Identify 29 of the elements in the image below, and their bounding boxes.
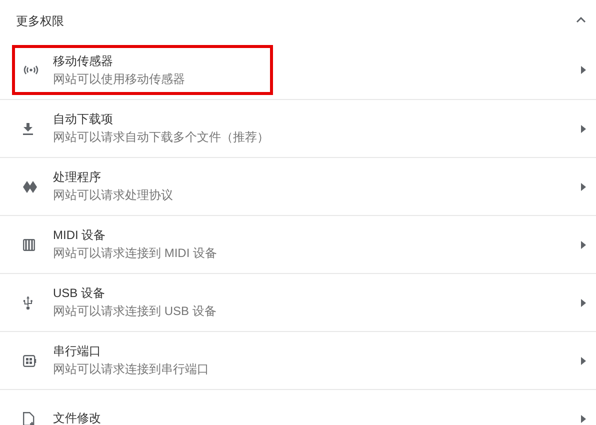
chevron-right-icon[interactable]	[581, 414, 586, 422]
chevron-right-icon[interactable]	[581, 240, 586, 248]
usb-icon	[23, 296, 33, 310]
chevron-right-icon[interactable]	[581, 298, 586, 306]
permission-description: 网站可以请求连接到串行端口	[53, 362, 209, 377]
chevron-right-icon[interactable]	[581, 66, 586, 74]
permission-description: 网站可以请求连接到 MIDI 设备	[53, 246, 217, 261]
file-icon	[23, 412, 35, 425]
permission-title: 文件修改	[53, 411, 101, 425]
chevron-right-icon[interactable]	[581, 182, 586, 190]
permission-title: MIDI 设备	[53, 228, 107, 243]
section-title: 更多权限	[16, 12, 64, 30]
chevron-right-icon[interactable]	[581, 356, 586, 364]
collapse-icon[interactable]	[576, 16, 586, 24]
diamond-icon	[23, 180, 37, 192]
permission-description: 网站可以请求连接到 USB 设备	[53, 304, 216, 319]
permission-title: USB 设备	[53, 286, 106, 301]
piano-icon	[23, 238, 35, 250]
permission-title: 处理程序	[53, 170, 102, 185]
permission-description: 网站可以请求处理协议	[53, 188, 173, 203]
sensors-icon	[23, 65, 39, 75]
permission-description: 网站可以使用移动传感器	[53, 72, 185, 86]
permission-title: 移动传感器	[53, 54, 114, 68]
download-icon	[23, 122, 33, 134]
chevron-right-icon[interactable]	[581, 124, 586, 132]
serial-port-icon	[23, 354, 37, 366]
permission-title: 串行端口	[53, 344, 102, 359]
permission-description: 网站可以请求自动下载多个文件（推荐）	[53, 130, 269, 145]
permission-title: 自动下载项	[53, 112, 114, 127]
